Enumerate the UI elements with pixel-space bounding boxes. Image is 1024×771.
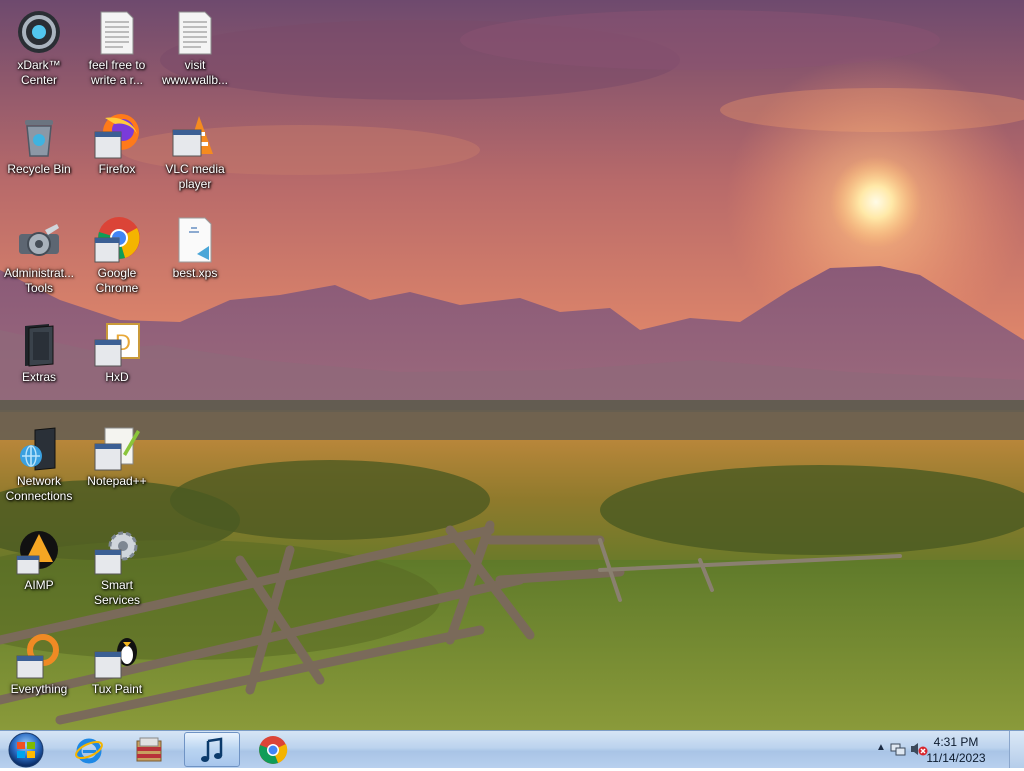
- chrome-icon: [259, 736, 288, 764]
- internet-explorer-icon: [75, 738, 103, 764]
- search-icon: [15, 632, 63, 680]
- recycle-bin-icon: [15, 112, 63, 160]
- aimp-icon: [15, 528, 63, 576]
- network-tray-icon[interactable]: [890, 741, 906, 760]
- clock-date: 11/14/2023: [926, 751, 986, 765]
- taskbar-aimp[interactable]: [184, 732, 240, 767]
- start-button[interactable]: [4, 732, 48, 768]
- music-note-icon: [201, 737, 223, 762]
- text-document-icon: [93, 8, 141, 56]
- show-desktop-button[interactable]: [1009, 731, 1024, 768]
- desktop: xDark™ Center Recycle Bin Administrat...…: [0, 0, 1024, 730]
- firefox-icon: [93, 112, 141, 160]
- taskbar-clock[interactable]: 4:31 PM 11/14/2023: [918, 734, 994, 766]
- desktop-icon-vlc-media-player[interactable]: VLC media player: [156, 108, 234, 208]
- taskbar-file-explorer[interactable]: [122, 732, 178, 767]
- desktop-icon-visit-text[interactable]: visit www.wallb...: [156, 4, 234, 104]
- hxd-icon: D: [93, 320, 141, 368]
- desktop-icon-label: Recycle Bin: [7, 162, 71, 176]
- system-tray: ▲ 4:31 PM 11/14/2023: [864, 731, 1024, 769]
- text-document-icon: [171, 8, 219, 56]
- desktop-icon-recycle-bin[interactable]: Recycle Bin: [0, 108, 78, 208]
- desktop-icon-label: HxD: [105, 370, 129, 384]
- taskbar: ▲ 4:31 PM 11/14/2023: [0, 730, 1024, 768]
- desktop-icon-label: Smart Services: [93, 578, 140, 607]
- notepad-icon: [93, 424, 141, 472]
- desktop-icon-label: xDark™ Center: [17, 58, 61, 87]
- desktop-icon-label: VLC media player: [165, 162, 225, 191]
- tux-icon: [93, 632, 141, 680]
- desktop-icon-extras[interactable]: Extras: [0, 316, 78, 416]
- chrome-icon: [93, 216, 141, 264]
- gear-icon: [93, 528, 141, 576]
- desktop-icon-label: Network Connections: [5, 474, 73, 503]
- taskbar-internet-explorer[interactable]: [62, 732, 118, 767]
- desktop-icon-aimp[interactable]: AIMP: [0, 524, 78, 624]
- desktop-icon-firefox[interactable]: Firefox: [78, 108, 156, 208]
- desktop-icon-tux-paint[interactable]: Tux Paint: [78, 628, 156, 728]
- vlc-icon: [171, 112, 219, 160]
- show-hidden-icons-chevron-up-icon[interactable]: ▲: [876, 742, 886, 753]
- desktop-icon-label: feel free to write a r...: [88, 58, 146, 87]
- desktop-icon-label: Administrat... Tools: [3, 266, 75, 295]
- xps-document-icon: [171, 216, 219, 264]
- desktop-icon-label: Tux Paint: [91, 682, 143, 696]
- xdark-icon: [15, 8, 63, 56]
- taskbar-google-chrome[interactable]: [246, 732, 302, 767]
- folder-icon: [15, 320, 63, 368]
- network-icon: [15, 424, 63, 472]
- desktop-icon-label: Everything: [10, 682, 68, 696]
- admin-tools-icon: [15, 216, 63, 264]
- desktop-icon-label: Extras: [21, 370, 56, 384]
- desktop-icon-label: visit www.wallb...: [161, 58, 229, 87]
- desktop-icon-best-xps[interactable]: best.xps: [156, 212, 234, 312]
- desktop-icon-notepad-plus-plus[interactable]: Notepad++: [78, 420, 156, 520]
- file-explorer-icon: [136, 737, 162, 762]
- clock-time: 4:31 PM: [933, 735, 979, 749]
- desktop-icon-smart-services[interactable]: Smart Services: [78, 524, 156, 624]
- desktop-icon-network-connections[interactable]: Network Connections: [0, 420, 78, 520]
- desktop-icon-label: Notepad++: [87, 474, 147, 488]
- desktop-icon-label: AIMP: [24, 578, 54, 592]
- desktop-icon-everything[interactable]: Everything: [0, 628, 78, 728]
- desktop-icon-hxd[interactable]: D HxD: [78, 316, 156, 416]
- desktop-icon-label: best.xps: [172, 266, 218, 280]
- desktop-icon-google-chrome[interactable]: Google Chrome: [78, 212, 156, 312]
- desktop-icon-label: Google Chrome: [95, 266, 139, 295]
- desktop-icon-label: Firefox: [98, 162, 136, 176]
- desktop-icon-feel-free-text[interactable]: feel free to write a r...: [78, 4, 156, 104]
- desktop-icon-xdark-center[interactable]: xDark™ Center: [0, 4, 78, 104]
- desktop-icon-administrative-tools[interactable]: Administrat... Tools: [0, 212, 78, 312]
